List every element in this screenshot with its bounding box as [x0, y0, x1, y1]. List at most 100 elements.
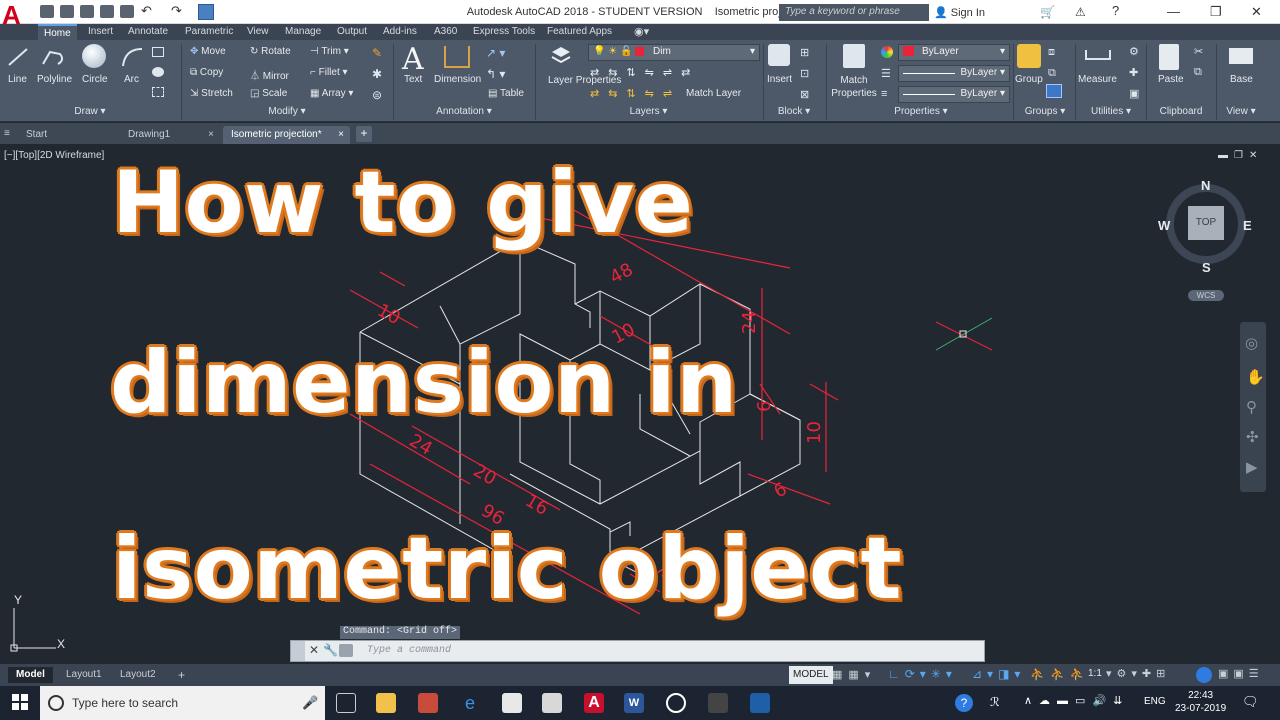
steering-wheel-icon[interactable]: ◎ [1245, 334, 1258, 352]
cut-icon[interactable]: ✂ [1194, 45, 1203, 58]
measure-icon[interactable] [1085, 50, 1111, 60]
isodraft-icons[interactable]: ⊿▾◨▾ [972, 667, 1025, 681]
copy-button[interactable]: ⧉ Copy [190, 67, 223, 78]
tab-featured-apps[interactable]: Featured Apps [547, 24, 612, 40]
array-button[interactable]: ▦ Array ▾ [310, 88, 353, 99]
isolate-objects-icon[interactable] [1196, 667, 1212, 683]
draw-panel-label[interactable]: Draw ▾ [0, 106, 180, 120]
scale-button[interactable]: ◲ Scale [250, 88, 287, 99]
tab-addins[interactable]: Add-ins [383, 24, 417, 40]
minimize-icon[interactable]: — [1167, 4, 1180, 19]
tab-parametric[interactable]: Parametric [185, 24, 233, 40]
compass-west[interactable]: W [1158, 218, 1170, 233]
create-block-icon[interactable]: ⊞ [800, 46, 809, 59]
compass-east[interactable]: E [1243, 218, 1252, 233]
edit-block-icon[interactable]: ⊡ [800, 67, 809, 80]
obs-icon[interactable] [666, 693, 686, 713]
ungroup-icon[interactable]: ⧈ [1048, 46, 1055, 59]
recent-commands-icon[interactable] [339, 644, 353, 657]
annotation-scale[interactable]: 1:1 [1088, 668, 1102, 679]
multileader-icon[interactable]: ↰ ▾ [486, 67, 505, 81]
ribbon-toggle-icon[interactable]: ◉▾ [634, 24, 649, 40]
leader-icon[interactable]: ↗ ▾ [486, 46, 505, 60]
viewcube[interactable]: TOP N S E W [1158, 178, 1252, 275]
showmotion-icon[interactable]: ▶ [1246, 458, 1258, 476]
pan-icon[interactable]: ✋ [1246, 368, 1265, 386]
layers-panel-label[interactable]: Layers ▾ [536, 106, 761, 120]
tab-layout1[interactable]: Layout1 [58, 667, 110, 683]
command-grip[interactable] [291, 641, 305, 661]
line-button[interactable]: Line [8, 74, 27, 85]
app-icon[interactable] [418, 693, 438, 713]
layer-tools-row2[interactable]: ⇄⇆⇅⇋⇌ [590, 87, 681, 100]
table-button[interactable]: ▤ Table [488, 88, 524, 99]
zoom-icon[interactable]: ⚲ [1246, 398, 1257, 416]
maximize-icon[interactable]: ❐ [1210, 4, 1222, 20]
drawing-canvas[interactable]: [−][Top][2D Wireframe] ▬❐✕ 48 10 10 24 2… [0, 144, 1280, 664]
model-space-button[interactable]: MODEL [789, 666, 833, 684]
store-icon[interactable] [502, 693, 522, 713]
group-button[interactable]: Group [1015, 74, 1043, 85]
layer-dropdown[interactable]: 💡 ☀ 🔓 Dim ▾ [588, 44, 760, 61]
edge-icon[interactable]: e [460, 693, 480, 713]
viewcube-top-face[interactable]: TOP [1188, 206, 1224, 240]
move-button[interactable]: ✥ Move [190, 46, 226, 57]
offset-icon[interactable]: ⊜ [372, 88, 382, 102]
erase-icon[interactable]: ✎ [372, 46, 382, 60]
line-icon[interactable] [6, 46, 30, 68]
calculator-icon[interactable]: ▣ [1129, 87, 1139, 100]
dimension-button[interactable]: Dimension [434, 74, 481, 85]
taskbar-search-input[interactable]: Type here to search [40, 686, 325, 720]
rectangle-icon[interactable] [152, 47, 164, 57]
match-layer-button[interactable]: Match Layer [686, 88, 741, 99]
close-icon[interactable]: × [338, 126, 344, 144]
color-wheel-icon[interactable] [881, 46, 893, 58]
match-properties-button[interactable]: Match Properties [831, 74, 877, 100]
annotation-visibility-icons[interactable]: ⛹⛹⛹ [1030, 667, 1090, 681]
utilities-panel-label[interactable]: Utilities ▾ [1076, 106, 1146, 120]
insert-button[interactable]: Insert [767, 74, 792, 85]
tab-output[interactable]: Output [337, 24, 367, 40]
view-panel-label[interactable]: View ▾ [1216, 106, 1266, 120]
app2-icon[interactable] [750, 693, 770, 713]
point-icon[interactable]: ✚ [1129, 66, 1138, 79]
mirror-button[interactable]: ⏃ Mirror [250, 67, 289, 82]
word-icon[interactable]: W [624, 693, 644, 713]
tab-a360[interactable]: A360 [434, 24, 457, 40]
polyline-button[interactable]: Polyline [37, 74, 72, 85]
tab-express-tools[interactable]: Express Tools [473, 24, 535, 40]
sign-in-button[interactable]: 👤 Sign In [934, 6, 985, 19]
autocad-taskbar-icon[interactable]: A [584, 693, 604, 713]
file-explorer-icon[interactable] [376, 693, 396, 713]
layer-tools-row1[interactable]: ⇄⇆⇅⇋⇌⇄ [590, 66, 699, 79]
close-icon[interactable]: ✕ [1251, 4, 1262, 20]
new-tab-button[interactable]: + [356, 126, 372, 142]
block-panel-label[interactable]: Block ▾ [764, 106, 824, 120]
doc-tab-isometric[interactable]: Isometric projection* × [223, 126, 350, 144]
tab-annotate[interactable]: Annotate [128, 24, 168, 40]
paste-button[interactable]: Paste [1158, 74, 1184, 85]
wcs-menu-button[interactable]: WCS [1188, 290, 1224, 301]
windows-start-icon[interactable] [12, 694, 28, 710]
trim-button[interactable]: ⊣ Trim ▾ [310, 46, 349, 57]
menu-icon[interactable]: ≡ [4, 128, 16, 140]
help-search-input[interactable]: Type a keyword or phrase [779, 4, 929, 21]
measure-button[interactable]: Measure [1078, 74, 1117, 85]
group-select-icon[interactable] [1046, 84, 1062, 98]
properties-panel-label[interactable]: Properties ▾ [828, 106, 1014, 120]
orbit-icon[interactable]: ✣ [1246, 428, 1259, 446]
cart-icon[interactable]: 🛒 [1040, 5, 1055, 19]
polyline-icon[interactable] [40, 46, 66, 68]
status-tools-icons[interactable]: ▾⚙▾✚⊞ [1106, 667, 1170, 680]
add-layout-button[interactable]: + [170, 667, 193, 683]
paste-icon[interactable] [1159, 44, 1179, 70]
notification-icon[interactable]: 🗨 [1242, 694, 1259, 710]
tab-home[interactable]: Home [38, 24, 77, 40]
stretch-button[interactable]: ⇲ Stretch [190, 88, 233, 99]
compass-north[interactable]: N [1201, 178, 1210, 193]
base-button[interactable]: Base [1230, 74, 1253, 85]
quick-select-icon[interactable]: ⚙ [1129, 45, 1139, 58]
dimension-icon[interactable] [444, 46, 470, 68]
lineweight-dropdown[interactable]: ByLayer ▾ [898, 86, 1010, 103]
autodesk-app-icon[interactable]: ⚠ [1075, 5, 1086, 19]
